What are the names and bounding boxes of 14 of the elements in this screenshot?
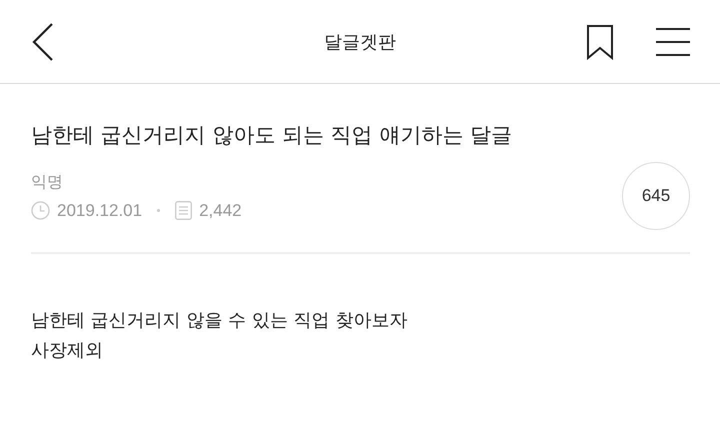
body-text: 남한테 굽신거리지 않을 수 있는 직업 찾아보자	[31, 309, 408, 333]
post-title: 남한테 굽신거리지 않아도 되는 직업 얘기하는 달글	[31, 122, 514, 149]
clock-icon	[31, 201, 50, 220]
author-name: 익명	[31, 172, 64, 192]
board-title: 달글겟판	[324, 30, 396, 54]
menu-icon[interactable]	[656, 26, 690, 58]
comment-count[interactable]: 645	[622, 162, 690, 230]
post-date: 2019.12.01	[57, 200, 142, 220]
body-text: 사장제외	[31, 339, 104, 363]
back-icon[interactable]	[31, 22, 55, 62]
document-icon	[175, 201, 192, 220]
bookmark-icon[interactable]	[586, 24, 614, 60]
dot-separator	[157, 209, 160, 212]
view-count: 2,442	[199, 200, 242, 220]
